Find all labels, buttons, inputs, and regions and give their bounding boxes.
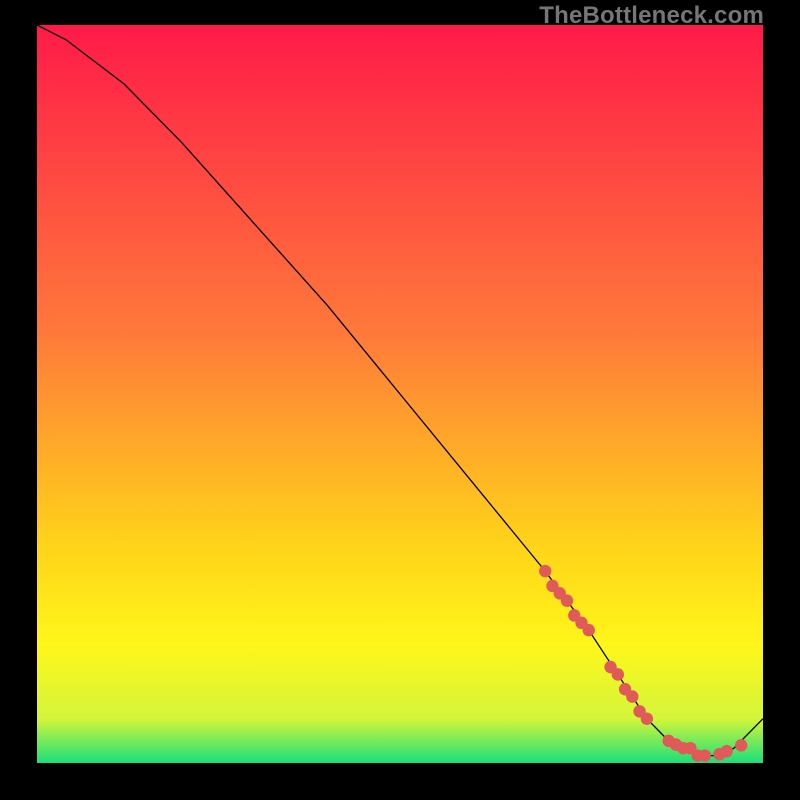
- curve-point: [699, 749, 711, 762]
- curve-point: [583, 624, 595, 637]
- chart-svg: [37, 25, 763, 763]
- curve-point: [626, 690, 638, 703]
- curve-point: [561, 594, 573, 607]
- chart-stage: TheBottleneck.com: [0, 0, 800, 800]
- chart-plot: [37, 25, 763, 763]
- curve-point: [539, 565, 551, 578]
- curve-point: [612, 668, 624, 681]
- curve-point: [735, 739, 747, 752]
- watermark-text: TheBottleneck.com: [539, 2, 764, 30]
- curve-point: [721, 745, 733, 758]
- curve-point: [641, 712, 653, 725]
